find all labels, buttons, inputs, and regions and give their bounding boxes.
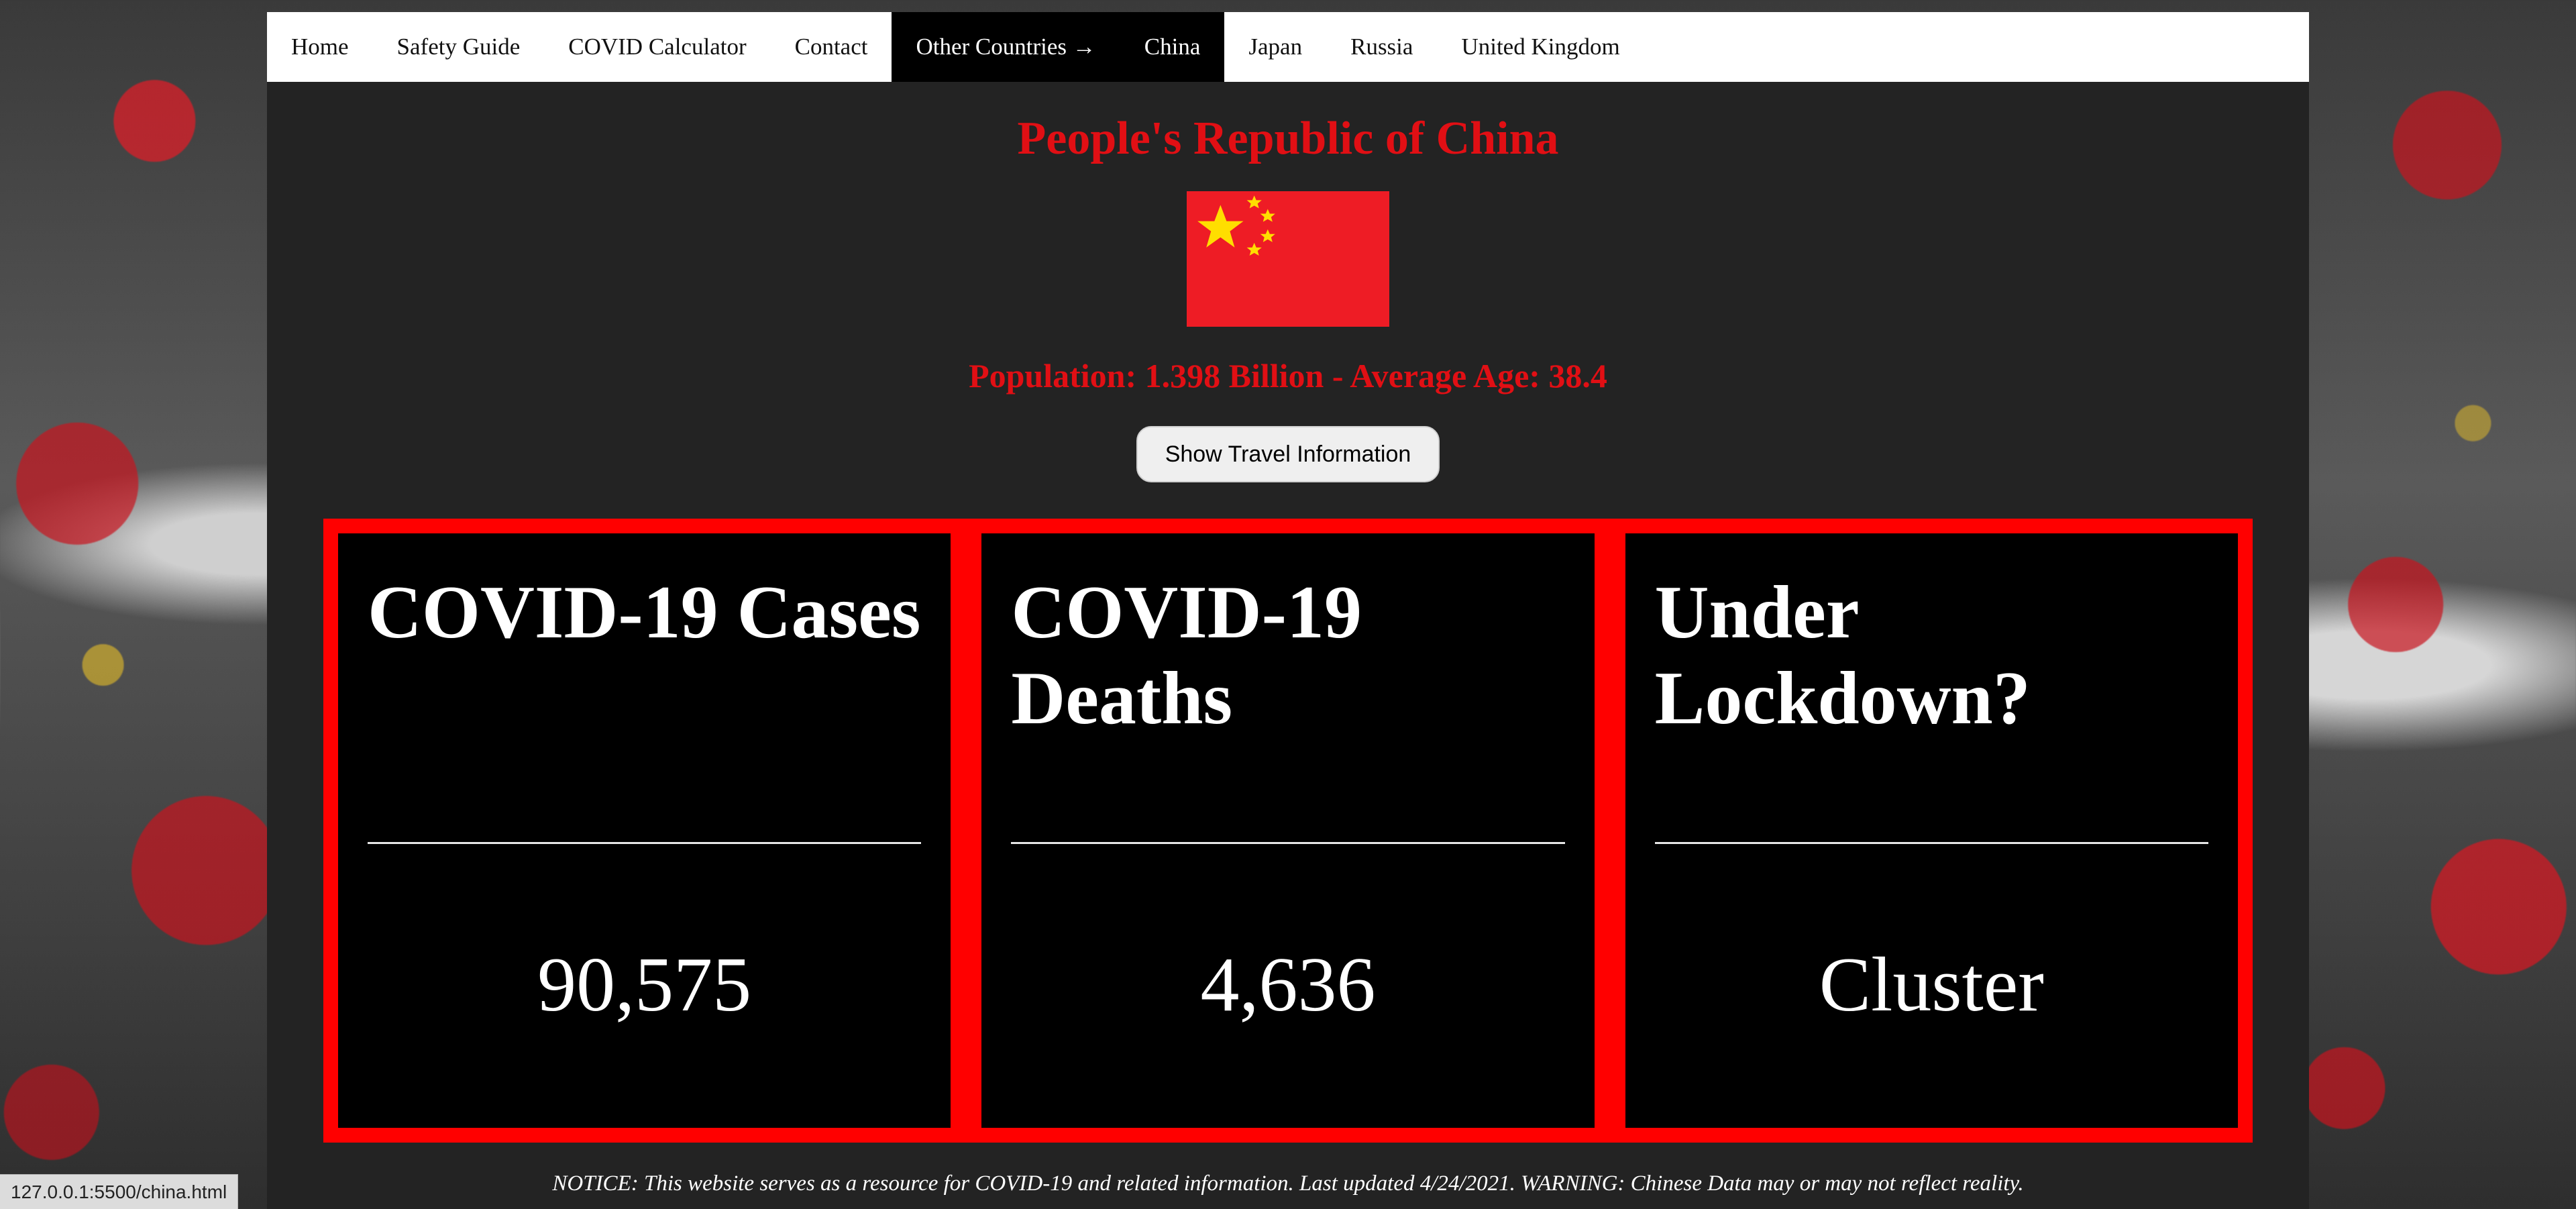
nav-china[interactable]: China (1120, 12, 1225, 82)
stats-cards: COVID-19 Cases 90,575 COVID-19 Deaths 4,… (323, 519, 2253, 1143)
card-title: COVID-19 Deaths (1011, 571, 1362, 740)
card-title: Under Lockdown? (1654, 571, 2031, 740)
notice-text: NOTICE: This website serves as a resourc… (552, 1171, 2024, 1196)
card-value: 90,575 (537, 942, 752, 1028)
nav-covid-calculator[interactable]: COVID Calculator (544, 12, 770, 82)
population-info: Population: 1.398 Billion - Average Age:… (969, 357, 1607, 395)
nav-contact[interactable]: Contact (771, 12, 892, 82)
nav-other-countries[interactable]: Other Countries → (892, 12, 1120, 82)
nav-japan[interactable]: Japan (1224, 12, 1326, 82)
cases-card: COVID-19 Cases 90,575 (338, 533, 951, 1128)
flag-container (267, 191, 2309, 327)
card-value: 4,636 (1200, 942, 1376, 1028)
top-nav: Home Safety Guide COVID Calculator Conta… (267, 12, 2309, 82)
nav-russia[interactable]: Russia (1326, 12, 1437, 82)
nav-home[interactable]: Home (267, 12, 373, 82)
china-flag-svg (1187, 191, 1389, 327)
page-container: Home Safety Guide COVID Calculator Conta… (267, 12, 2309, 1209)
nav-safety-guide[interactable]: Safety Guide (373, 12, 545, 82)
lockdown-card: Under Lockdown? Cluster (1625, 533, 2238, 1128)
deaths-card: COVID-19 Deaths 4,636 (981, 533, 1595, 1128)
card-value: Cluster (1819, 942, 2044, 1028)
page-title: People's Republic of China (1017, 113, 1559, 164)
travel-button-wrap: Show Travel Information (267, 426, 2309, 482)
card-divider (1011, 842, 1565, 844)
card-divider (368, 842, 922, 844)
china-flag-icon (1187, 191, 1389, 327)
browser-status-url: 127.0.0.1:5500/china.html (0, 1174, 239, 1209)
card-title: COVID-19 Cases (368, 571, 921, 654)
card-divider (1654, 842, 2208, 844)
show-travel-info-button[interactable]: Show Travel Information (1136, 426, 1440, 482)
nav-united-kingdom[interactable]: United Kingdom (1437, 12, 1644, 82)
